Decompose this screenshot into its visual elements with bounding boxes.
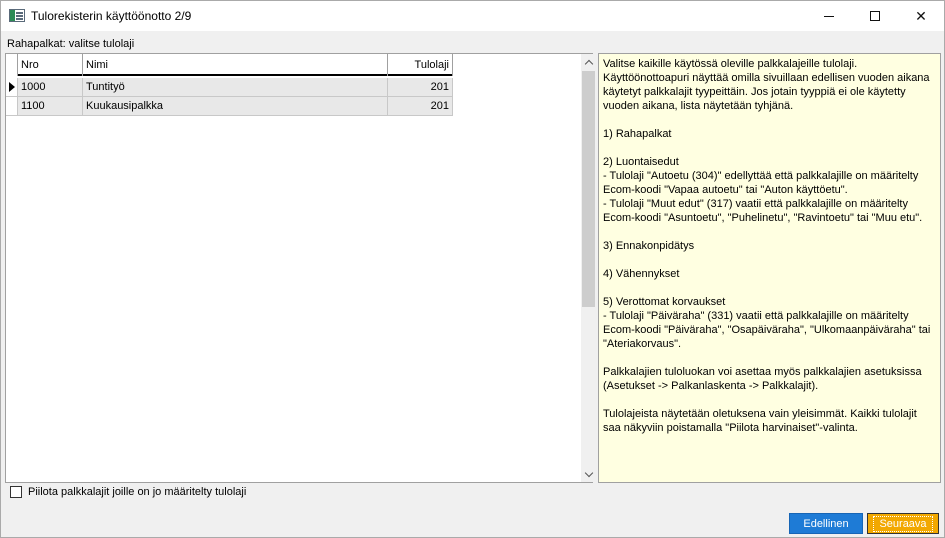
column-header-nimi[interactable]: Nimi (83, 54, 388, 76)
cell-nimi[interactable]: Kuukausipalkka (83, 97, 388, 116)
hide-defined-filter[interactable]: Piilota palkkalajit joille on jo määrite… (10, 486, 246, 498)
cell-tulolaji[interactable]: 201 (388, 78, 453, 97)
scroll-up-button[interactable] (581, 54, 596, 69)
column-header-tulolaji[interactable]: Tulolaji (388, 54, 453, 76)
title-bar: Tulorekisterin käyttöönotto 2/9 ✕ (1, 1, 944, 31)
section-label: Rahapalkat: valitse tulolaji (7, 38, 135, 50)
wizard-window: Tulorekisterin käyttöönotto 2/9 ✕ Rahapa… (0, 0, 945, 538)
hide-defined-label[interactable]: Piilota palkkalajit joille on jo määrite… (28, 486, 246, 498)
help-paragraph: Tulolajeista näytetään oletuksena vain y… (603, 408, 920, 434)
help-paragraph: Palkkalajien tuloluokan voi asettaa myös… (603, 366, 925, 392)
help-paragraph: 2) Luontaisedut - Tulolaji "Autoetu (304… (603, 156, 923, 224)
current-row-arrow-icon (9, 82, 15, 92)
help-paragraph (603, 351, 936, 365)
close-button[interactable]: ✕ (898, 1, 944, 31)
help-paragraph (603, 113, 936, 127)
close-icon: ✕ (915, 7, 927, 24)
minimize-button[interactable] (806, 1, 852, 31)
help-paragraph: 4) Vähennykset (603, 268, 680, 280)
chevron-up-icon (584, 59, 593, 68)
row-indicator (6, 97, 18, 116)
app-icon (9, 9, 25, 22)
window-title: Tulorekisterin käyttöönotto 2/9 (31, 9, 192, 23)
maximize-button[interactable] (852, 1, 898, 31)
maximize-icon (870, 11, 880, 21)
previous-button[interactable]: Edellinen (789, 513, 863, 534)
help-paragraph (603, 253, 936, 267)
help-paragraph: 1) Rahapalkat (603, 128, 672, 140)
help-paragraph (603, 225, 936, 239)
next-button[interactable]: Seuraava (867, 513, 939, 534)
cell-tulolaji[interactable]: 201 (388, 97, 453, 116)
next-button-label: Seuraava (873, 515, 933, 532)
column-header-nro[interactable]: Nro (18, 54, 83, 76)
help-paragraph: 5) Verottomat korvaukset - Tulolaji "Päi… (603, 296, 931, 350)
row-indicator (6, 78, 18, 97)
minimize-icon (824, 15, 834, 17)
cell-nimi[interactable]: Tuntityö (83, 78, 388, 97)
help-paragraph: 3) Ennakonpidätys (603, 240, 695, 252)
table-row[interactable]: 1100 Kuukausipalkka 201 (6, 97, 453, 116)
table-row[interactable]: 1000 Tuntityö 201 (6, 78, 453, 97)
help-panel: Valitse kaikille käytössä oleville palkk… (598, 53, 941, 483)
hide-defined-checkbox[interactable] (10, 486, 22, 498)
help-paragraph (603, 141, 936, 155)
wage-types-grid[interactable]: Nro Nimi Tulolaji 1000 Tuntityö 201 1100… (5, 53, 596, 483)
help-paragraph (603, 281, 936, 295)
grid-vertical-scrollbar[interactable] (581, 54, 596, 482)
help-paragraph: Valitse kaikille käytössä oleville palkk… (603, 58, 933, 112)
scroll-thumb[interactable] (582, 71, 595, 307)
chevron-down-icon (584, 468, 593, 477)
row-indicator-header (6, 54, 18, 76)
cell-nro[interactable]: 1000 (18, 78, 83, 97)
grid-header: Nro Nimi Tulolaji (6, 54, 453, 76)
cell-nro[interactable]: 1100 (18, 97, 83, 116)
scroll-down-button[interactable] (581, 467, 596, 482)
help-paragraph (603, 393, 936, 407)
